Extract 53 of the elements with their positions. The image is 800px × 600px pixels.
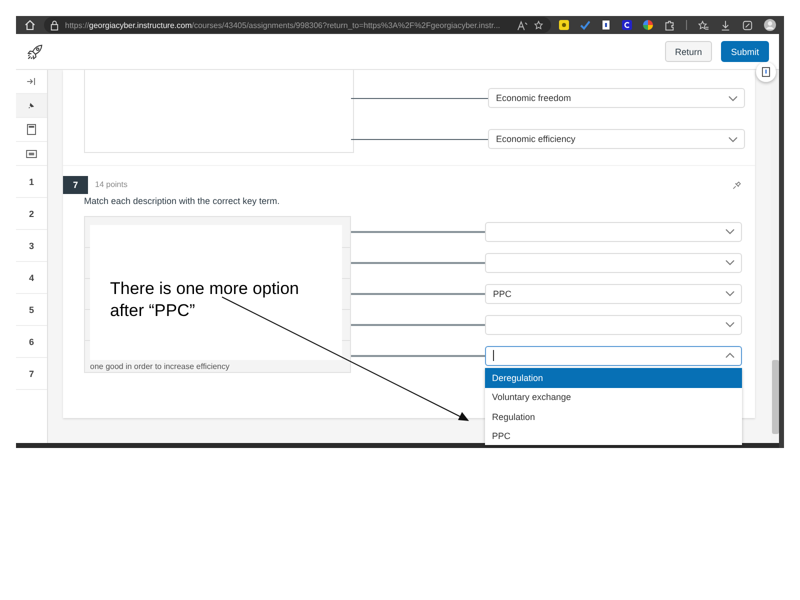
- pin-icon: [28, 102, 35, 109]
- dropdown-option[interactable]: Regulation: [485, 407, 742, 426]
- answer-select[interactable]: [485, 346, 742, 366]
- answer-select[interactable]: PPC: [485, 284, 742, 304]
- caret-icon: [725, 290, 735, 297]
- description-text: one good in order to increase efficiency: [90, 362, 230, 371]
- calculator-icon: [27, 124, 36, 135]
- profile-avatar-icon[interactable]: [764, 19, 776, 31]
- address-bar[interactable]: https://georgiacyber.instructure.com/courses/43405/assignments/998306?return_to=https%3A%2F%2Fgeorgiacyber.instr...: [44, 17, 551, 33]
- annotation-text: There is one more option after “PPC”: [110, 278, 300, 322]
- question-link[interactable]: 5: [16, 294, 47, 326]
- question-link[interactable]: 3: [16, 230, 47, 262]
- dropdown-option[interactable]: Deregulation: [485, 368, 742, 388]
- document-icon[interactable]: [601, 20, 611, 30]
- scrollbar-thumb[interactable]: [772, 360, 778, 434]
- notes-icon: [26, 150, 37, 158]
- read-aloud-icon[interactable]: [517, 20, 528, 30]
- submit-button[interactable]: Submit: [720, 41, 769, 62]
- collapse-icon: [27, 78, 36, 85]
- question-link[interactable]: 4: [16, 262, 47, 294]
- points-label: 14 points: [95, 180, 128, 189]
- answer-select[interactable]: Economic freedom: [488, 88, 745, 108]
- download-icon[interactable]: [720, 20, 731, 30]
- question-number: 7: [63, 176, 88, 194]
- puzzle-icon[interactable]: [664, 20, 675, 30]
- answer-select[interactable]: Economic efficiency: [488, 129, 745, 149]
- lock-icon[interactable]: [50, 20, 59, 30]
- color-wheel-icon[interactable]: [643, 20, 653, 30]
- favorites-icon[interactable]: [698, 20, 709, 30]
- caret-icon: [725, 321, 735, 328]
- dropdown-option[interactable]: Voluntary exchange: [485, 388, 742, 407]
- question-link[interactable]: 1: [16, 166, 47, 198]
- home-icon[interactable]: [24, 19, 36, 31]
- question-link[interactable]: 6: [16, 326, 47, 358]
- bookmark-icon: [762, 67, 770, 77]
- question-link[interactable]: 2: [16, 198, 47, 230]
- question-link[interactable]: 7: [16, 358, 47, 390]
- question-prompt: Match each description with the correct key term.: [84, 196, 281, 206]
- caret-icon: [728, 94, 738, 102]
- caret-icon: [725, 228, 735, 235]
- flag-badge-button[interactable]: [756, 62, 776, 82]
- caret-icon: [725, 352, 735, 359]
- dropdown-option[interactable]: PPC: [485, 426, 742, 445]
- add-favorite-icon[interactable]: [534, 20, 545, 30]
- screenshot-icon[interactable]: [742, 20, 753, 30]
- extension-icon[interactable]: [622, 20, 632, 30]
- url-text[interactable]: https://georgiacyber.instructure.com/courses/43405/assignments/998306?return_to=https%3A%2F%2Fgeorgiacyber.instr...: [65, 20, 511, 30]
- checkmark-icon[interactable]: [580, 20, 590, 30]
- caret-icon: [725, 259, 735, 266]
- return-button[interactable]: Return: [664, 41, 712, 62]
- pin-icon[interactable]: [732, 180, 742, 190]
- caret-icon: [728, 136, 738, 142]
- rocket-icon: [26, 42, 44, 60]
